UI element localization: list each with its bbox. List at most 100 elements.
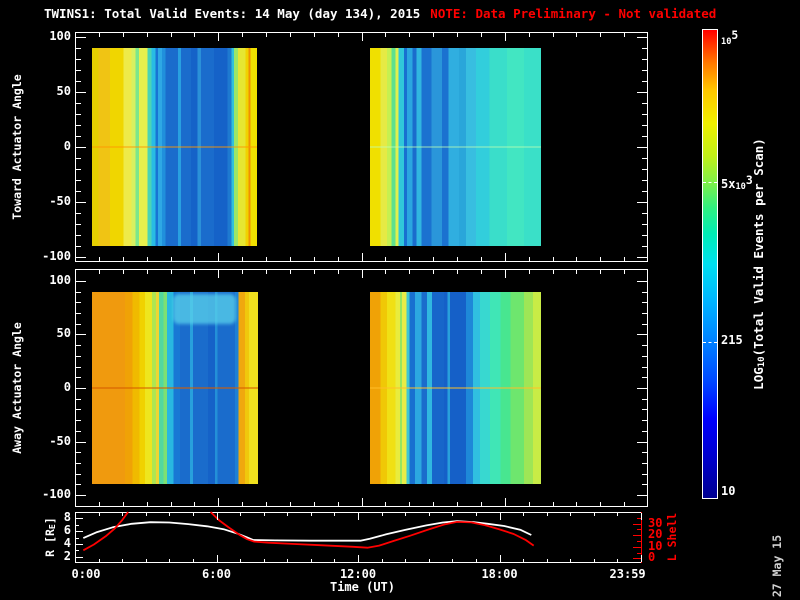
tick-mark xyxy=(76,356,81,357)
tick-mark xyxy=(637,257,647,258)
colorbar xyxy=(703,30,717,498)
tick-mark xyxy=(264,559,265,562)
tick-mark xyxy=(242,502,243,506)
tick-mark xyxy=(193,559,194,562)
tick-mark xyxy=(600,270,601,274)
tick-mark xyxy=(76,103,81,104)
tick-mark xyxy=(338,270,339,274)
tick-mark xyxy=(576,33,577,37)
colorbar-tick-label: 10 xyxy=(721,485,735,498)
tick-mark xyxy=(409,33,410,37)
tick-mark xyxy=(76,531,83,532)
x-tick-label: 12:00 xyxy=(339,567,377,581)
tick-mark xyxy=(433,502,434,506)
tick-mark xyxy=(242,257,243,261)
tick-mark xyxy=(266,502,267,506)
tick-mark xyxy=(637,147,647,148)
tick-mark xyxy=(382,559,383,562)
tick-mark xyxy=(171,270,172,274)
tick-mark xyxy=(76,557,83,558)
away-axis-label: Away Actuator Angle xyxy=(10,322,24,454)
tick-mark xyxy=(642,463,647,464)
tick-mark xyxy=(76,114,81,115)
tick-mark xyxy=(287,513,288,516)
tick-mark xyxy=(334,559,335,562)
tick-mark xyxy=(193,513,194,516)
colorbar-tick-label: 105 xyxy=(721,29,738,49)
tick-mark xyxy=(218,498,219,506)
preliminary-note: NOTE: Data Preliminary - Not validated xyxy=(430,6,717,21)
tick-mark xyxy=(146,559,147,562)
lshell-curve xyxy=(82,511,129,552)
tick-mark xyxy=(76,125,81,126)
tick-mark xyxy=(76,420,81,421)
superscript-text: 5 xyxy=(731,28,739,42)
tick-mark xyxy=(600,502,601,506)
title-row: TWINS1: Total Valid Events: 14 May (day … xyxy=(44,6,716,21)
tick-mark xyxy=(452,559,453,562)
tick-mark xyxy=(382,513,383,516)
tick-mark xyxy=(553,502,554,506)
tick-mark xyxy=(217,555,218,562)
tick-mark xyxy=(218,270,219,278)
tick-mark xyxy=(570,559,571,562)
tick-mark xyxy=(311,559,312,562)
colorbar-title: LOG10(Total Valid Events per Scan) xyxy=(751,138,767,390)
tick-mark xyxy=(553,33,554,37)
tick-mark xyxy=(523,559,524,562)
tick-mark xyxy=(240,513,241,516)
tick-mark xyxy=(642,169,647,170)
tick-mark xyxy=(266,270,267,274)
tick-mark xyxy=(76,538,79,539)
tick-mark xyxy=(642,224,647,225)
tick-mark xyxy=(481,270,482,274)
tick-mark xyxy=(76,48,81,49)
tick-mark xyxy=(642,81,647,82)
tick-mark xyxy=(76,442,86,443)
text-run: (Total Valid Events per Scan) xyxy=(751,138,766,357)
tick-mark xyxy=(76,313,81,314)
tick-mark xyxy=(194,257,195,261)
tick-mark xyxy=(500,513,501,520)
tick-mark xyxy=(642,345,647,346)
tick-mark xyxy=(529,257,530,261)
tick-mark xyxy=(641,513,642,520)
text-run: 5x xyxy=(721,177,736,192)
y-tick-label-lshell: 0 xyxy=(648,550,656,564)
tick-mark xyxy=(194,502,195,506)
tick-mark xyxy=(457,33,458,37)
tick-mark xyxy=(637,529,641,530)
tick-mark xyxy=(570,513,571,516)
tick-mark xyxy=(642,48,647,49)
tick-mark xyxy=(642,377,647,378)
tick-mark xyxy=(433,33,434,37)
tick-mark xyxy=(505,253,506,261)
tick-mark xyxy=(642,125,647,126)
tick-mark xyxy=(385,33,386,37)
tick-mark xyxy=(76,292,81,293)
tick-mark xyxy=(76,334,86,335)
x-tick-label: 0:00 xyxy=(71,567,101,581)
tick-mark xyxy=(642,103,647,104)
tick-mark xyxy=(314,502,315,506)
tick-mark xyxy=(637,281,647,282)
tick-mark xyxy=(290,257,291,261)
tick-mark xyxy=(641,555,642,562)
tick-mark xyxy=(338,33,339,37)
tick-mark xyxy=(481,33,482,37)
colorbar-tick-label: 5x103 xyxy=(721,174,753,194)
tick-mark xyxy=(637,334,647,335)
tick-mark xyxy=(75,270,76,278)
tick-mark xyxy=(642,313,647,314)
tick-mark xyxy=(642,213,647,214)
tick-mark xyxy=(576,270,577,274)
tick-mark xyxy=(242,33,243,37)
tick-mark xyxy=(405,559,406,562)
tick-mark xyxy=(290,270,291,274)
tick-mark xyxy=(290,502,291,506)
text-run: 215 xyxy=(721,333,743,348)
tick-mark xyxy=(358,513,359,520)
tick-mark xyxy=(529,270,530,274)
tick-mark xyxy=(505,33,506,41)
tick-mark xyxy=(642,409,647,410)
